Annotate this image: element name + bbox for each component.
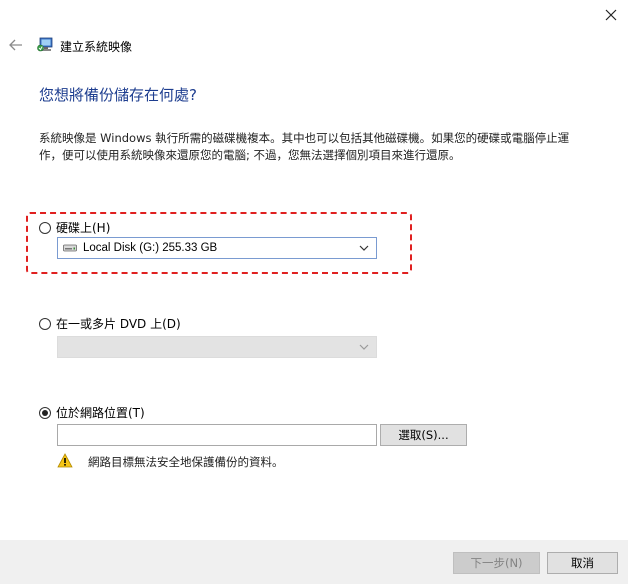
close-button[interactable] <box>596 2 626 28</box>
drive-icon <box>63 244 77 252</box>
description-text: 系統映像是 Windows 執行所需的磁碟機複本。其中也可以包括其他磁碟機。如果… <box>39 131 570 162</box>
warning-icon <box>57 453 73 468</box>
warning-text: 網路目標無法安全地保護備份的資料。 <box>88 455 284 469</box>
hard-disk-label: 硬碟上(H) <box>56 221 111 235</box>
backup-icon <box>37 37 53 52</box>
option-hard-disk[interactable]: 硬碟上(H) <box>39 219 110 236</box>
back-arrow-icon <box>9 39 22 51</box>
hard-disk-radio[interactable] <box>39 221 51 234</box>
page-heading: 您想將備份儲存在何處? <box>39 86 197 104</box>
close-icon <box>605 9 617 21</box>
network-radio[interactable] <box>39 406 51 419</box>
window-title: 建立系統映像 <box>60 40 133 54</box>
network-label: 位於網路位置(T) <box>56 406 145 420</box>
next-button[interactable]: 下一步(N) <box>453 552 540 574</box>
hard-disk-select[interactable]: Local Disk (G:) 255.33 GB <box>57 237 377 259</box>
dvd-select <box>57 336 377 358</box>
option-dvd[interactable]: 在一或多片 DVD 上(D) <box>39 315 181 332</box>
radio-selected-dot <box>42 409 48 416</box>
chevron-down-icon <box>359 344 369 350</box>
cancel-button[interactable]: 取消 <box>547 552 618 574</box>
chevron-down-icon <box>359 245 369 251</box>
dvd-radio[interactable] <box>39 317 51 330</box>
dvd-label: 在一或多片 DVD 上(D) <box>56 317 181 331</box>
browse-button[interactable]: 選取(S)... <box>380 424 467 446</box>
option-network[interactable]: 位於網路位置(T) <box>39 404 145 421</box>
network-path-input[interactable] <box>57 424 377 446</box>
back-button[interactable] <box>6 36 26 54</box>
hard-disk-value: Local Disk (G:) 255.33 GB <box>83 242 218 254</box>
